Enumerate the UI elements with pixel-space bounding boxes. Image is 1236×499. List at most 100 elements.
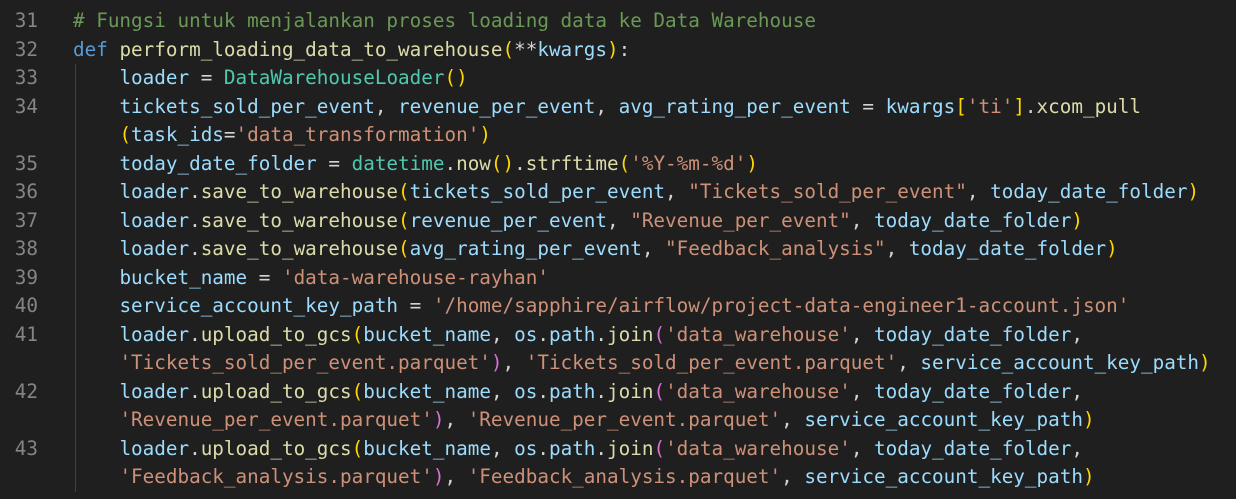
code-token: avg_rating_per_event (618, 94, 851, 118)
code-token: service_account_key_path (119, 294, 399, 317)
code-token: , (641, 237, 666, 260)
code-token: , (490, 322, 515, 346)
code-token: save_to_warehouse (200, 237, 399, 260)
code-token: = (223, 123, 236, 146)
code-line[interactable]: 35 today_date_folder = datetime.now().st… (0, 150, 1236, 179)
code-token: "Tickets_sold_per_event" (688, 180, 967, 203)
code-token: 'data_warehouse' (665, 436, 851, 460)
code-token: 'data_transformation' (235, 123, 480, 146)
code-line[interactable]: 'Feedback_analysis.parquet'), 'Feedback_… (0, 463, 1236, 492)
code-token: kwargs (885, 94, 956, 118)
code-token: [ (955, 94, 967, 118)
code-line[interactable]: 34 tickets_sold_per_event, revenue_per_e… (0, 93, 1236, 122)
code-line[interactable]: 'Tickets_sold_per_event.parquet'), 'Tick… (0, 349, 1236, 378)
code-token: save_to_warehouse (200, 180, 399, 203)
code-token: 'Revenue_per_event.parquet' (119, 408, 433, 431)
code-token: xcom_pull (1036, 94, 1142, 118)
code-line[interactable]: 43 loader.upload_to_gcs(bucket_name, os.… (0, 435, 1236, 464)
code-editor[interactable]: 31 # Fungsi untuk menjalankan proses load… (0, 0, 1236, 499)
code-token: , (444, 408, 468, 431)
code-line[interactable]: 32 def perform_loading_data_to_warehouse(… (0, 36, 1236, 65)
code-token: ( (653, 322, 666, 346)
code-token: ) (1199, 351, 1211, 374)
code-token: os (514, 322, 538, 346)
code-token: , (374, 94, 399, 118)
code-token: ( (618, 151, 631, 175)
code-token: ] (1013, 94, 1025, 118)
code-line[interactable]: 33 loader = DataWarehouseLoader() (0, 64, 1236, 93)
code-token: . (189, 180, 201, 203)
code-token: # Fungsi untuk menjalankan proses loadin… (73, 9, 816, 32)
line-number: 37 (14, 208, 38, 232)
code-token: os (514, 379, 538, 403)
code-token: kwargs (537, 37, 607, 61)
code-token: datetime (351, 151, 445, 175)
code-token: 'Feedback_analysis.parquet' (467, 465, 782, 488)
code-token: bucket_name (363, 436, 491, 460)
code-line[interactable]: 31 # Fungsi untuk menjalankan proses load… (0, 7, 1236, 36)
code-token: . (537, 322, 549, 346)
code-token: 'data_warehouse' (665, 322, 851, 346)
code-token: loader (119, 379, 190, 403)
code-token: , (607, 208, 631, 232)
code-token: . (595, 322, 608, 346)
code-token: ) (490, 351, 503, 374)
code-token: ) (1082, 408, 1095, 431)
code-line[interactable]: 41 loader.upload_to_gcs(bucket_name, os.… (0, 321, 1236, 350)
code-token: perform_loading_data_to_warehouse (119, 37, 503, 61)
code-token: , (781, 408, 805, 431)
code-token: ) (746, 151, 758, 175)
code-line[interactable]: 39 bucket_name = 'data-warehouse-rayhan' (0, 264, 1236, 293)
code-token: . (189, 208, 201, 232)
code-text: loader = DataWarehouseLoader() (73, 64, 467, 93)
code-token: , (595, 94, 619, 118)
code-token: join (607, 436, 654, 460)
code-token: ) (432, 408, 445, 431)
code-token: ) (479, 123, 491, 146)
code-token: , (850, 322, 875, 346)
code-line[interactable]: 36 loader.save_to_warehouse(tickets_sold… (0, 178, 1236, 207)
code-token: strftime (525, 151, 619, 175)
code-token: 'Tickets_sold_per_event.parquet' (525, 351, 898, 374)
code-token: path (548, 379, 596, 403)
code-token: ( (398, 237, 410, 260)
code-token: today_date_folder (874, 208, 1072, 232)
code-token: avg_rating_per_event (409, 237, 642, 260)
line-number: 43 (14, 436, 38, 460)
code-text: 'Tickets_sold_per_event.parquet'), 'Tick… (73, 349, 1211, 378)
code-line[interactable]: (task_ids='data_transformation') (0, 121, 1236, 150)
code-token: 'Revenue_per_event.parquet' (467, 408, 782, 431)
code-token: join (607, 322, 654, 346)
code-token: ( (351, 436, 364, 460)
code-token: loader (119, 66, 190, 89)
code-line[interactable]: 40 service_account_key_path = '/home/sap… (0, 292, 1236, 321)
code-token: , (1071, 436, 1083, 460)
code-token: , (1071, 379, 1083, 403)
code-token: ) (1106, 237, 1118, 260)
code-token: loader (119, 237, 190, 260)
code-line[interactable]: 'Revenue_per_event.parquet'), 'Revenue_p… (0, 406, 1236, 435)
code-token: , (444, 465, 468, 488)
code-token: path (548, 436, 596, 460)
code-line[interactable]: 38 loader.save_to_warehouse(avg_rating_p… (0, 235, 1236, 264)
code-text: loader.upload_to_gcs(bucket_name, os.pat… (73, 435, 1083, 464)
code-token: = (850, 94, 886, 118)
code-token: path (548, 322, 596, 346)
code-token: ( (351, 322, 364, 346)
code-token: , (850, 436, 875, 460)
code-token: ( (351, 379, 364, 403)
code-line[interactable]: 37 loader.save_to_warehouse(revenue_per_… (0, 207, 1236, 236)
code-token: save_to_warehouse (200, 208, 399, 232)
line-number: 42 (14, 379, 38, 403)
line-number: 36 (14, 180, 38, 203)
code-line[interactable]: 42 loader.upload_to_gcs(bucket_name, os.… (0, 378, 1236, 407)
code-token: ) (1187, 180, 1200, 203)
